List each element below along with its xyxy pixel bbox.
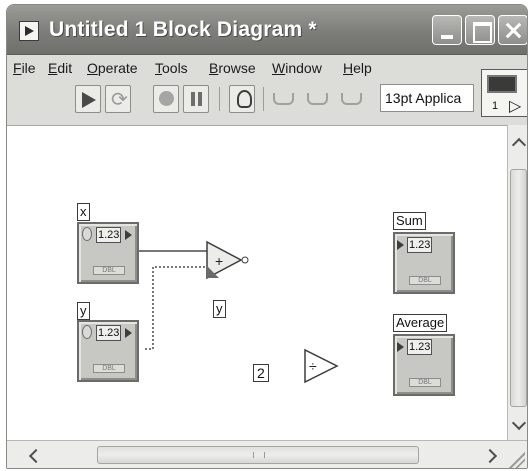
pause-button[interactable]: [183, 85, 209, 113]
output-arrow-icon: [125, 230, 132, 240]
control-y-value: 1.23: [96, 325, 122, 341]
output-arrow-icon: [125, 328, 132, 338]
highlight-execution-bulb-icon[interactable]: [229, 85, 255, 113]
menu-tools[interactable]: Tools: [155, 60, 188, 76]
control-y-label[interactable]: y: [77, 302, 90, 320]
step-into-icon[interactable]: [269, 85, 295, 113]
menu-file[interactable]: File: [13, 60, 36, 76]
toolbar-separator: [263, 87, 264, 111]
numeric-control-icon: [82, 227, 92, 241]
wire-x-to-add: [135, 250, 210, 252]
minimize-button[interactable]: [432, 15, 462, 45]
menu-help[interactable]: Help: [343, 60, 372, 76]
add-node-plus: +: [215, 253, 223, 269]
divide-node-symbol: ÷: [309, 358, 317, 374]
window-title: Untitled 1 Block Diagram *: [49, 18, 317, 41]
horizontal-scroll-thumb[interactable]: [97, 446, 419, 464]
menu-window[interactable]: Window: [272, 60, 322, 76]
indicator-sum-terminal[interactable]: 1.23 DBL: [393, 232, 455, 294]
connector-arrow-icon: [509, 96, 522, 116]
vertical-scrollbar[interactable]: [507, 125, 527, 440]
menu-bar: File Edit Operate Tools Browse Window He…: [7, 56, 467, 80]
control-y-terminal[interactable]: 1.23 DBL: [77, 320, 139, 382]
indicator-sum-type: DBL: [409, 276, 441, 285]
indicator-average-type: DBL: [409, 378, 441, 387]
input-arrow-icon: [397, 240, 404, 250]
control-x-label[interactable]: x: [77, 203, 90, 221]
block-diagram-canvas[interactable]: + ÷ x 1.23 DBL y 1.23 DBL y Sum 1.23 DBL…: [7, 125, 507, 440]
vi-icon-screen: [487, 75, 517, 93]
vertical-scroll-thumb[interactable]: [510, 169, 527, 407]
scroll-right-icon[interactable]: [482, 446, 502, 466]
control-x-type: DBL: [93, 266, 125, 275]
indicator-average-terminal[interactable]: 1.23 DBL: [393, 334, 455, 396]
scroll-left-icon[interactable]: [25, 446, 45, 466]
control-x-value: 1.23: [96, 227, 122, 243]
scroll-down-icon[interactable]: [509, 415, 527, 437]
title-bar[interactable]: Untitled 1 Block Diagram *: [7, 5, 527, 55]
indicator-sum-value: 1.23: [407, 237, 433, 253]
wiring-tip-label: y: [213, 300, 226, 318]
resize-grip-icon[interactable]: [509, 452, 525, 468]
labview-app-icon[interactable]: [19, 21, 39, 41]
horizontal-scrollbar[interactable]: [7, 440, 527, 468]
abort-button[interactable]: [153, 85, 179, 113]
indicator-sum-label[interactable]: Sum: [393, 212, 426, 230]
indicator-average-label[interactable]: Average: [393, 314, 448, 332]
vi-connector-pane-icon[interactable]: 1: [481, 69, 527, 117]
menu-operate[interactable]: Operate: [87, 60, 138, 76]
control-x-terminal[interactable]: 1.23 DBL: [77, 222, 139, 284]
add-node-output-terminal: [241, 256, 249, 264]
close-button[interactable]: [498, 15, 527, 45]
numeric-control-icon: [82, 325, 92, 339]
run-continuously-button[interactable]: [105, 85, 131, 113]
toolbar: 13pt Applica: [7, 81, 474, 121]
menu-edit[interactable]: Edit: [48, 60, 72, 76]
step-out-icon[interactable]: [337, 85, 363, 113]
scroll-grip-icon: [253, 452, 265, 458]
connector-number: 1: [492, 100, 499, 112]
numeric-constant[interactable]: 2: [253, 364, 269, 382]
scroll-up-icon[interactable]: [509, 131, 527, 153]
input-arrow-icon: [397, 342, 404, 352]
run-button[interactable]: [75, 85, 101, 113]
toolbar-separator: [219, 87, 220, 111]
maximize-button[interactable]: [465, 15, 495, 45]
step-over-icon[interactable]: [303, 85, 329, 113]
block-diagram-window: Untitled 1 Block Diagram * File Edit Ope…: [6, 4, 528, 469]
menu-browse[interactable]: Browse: [209, 60, 256, 76]
wire-y-to-add: [145, 266, 217, 350]
font-size-select[interactable]: 13pt Applica: [380, 84, 474, 112]
indicator-average-value: 1.23: [407, 339, 433, 355]
control-y-type: DBL: [93, 364, 125, 373]
